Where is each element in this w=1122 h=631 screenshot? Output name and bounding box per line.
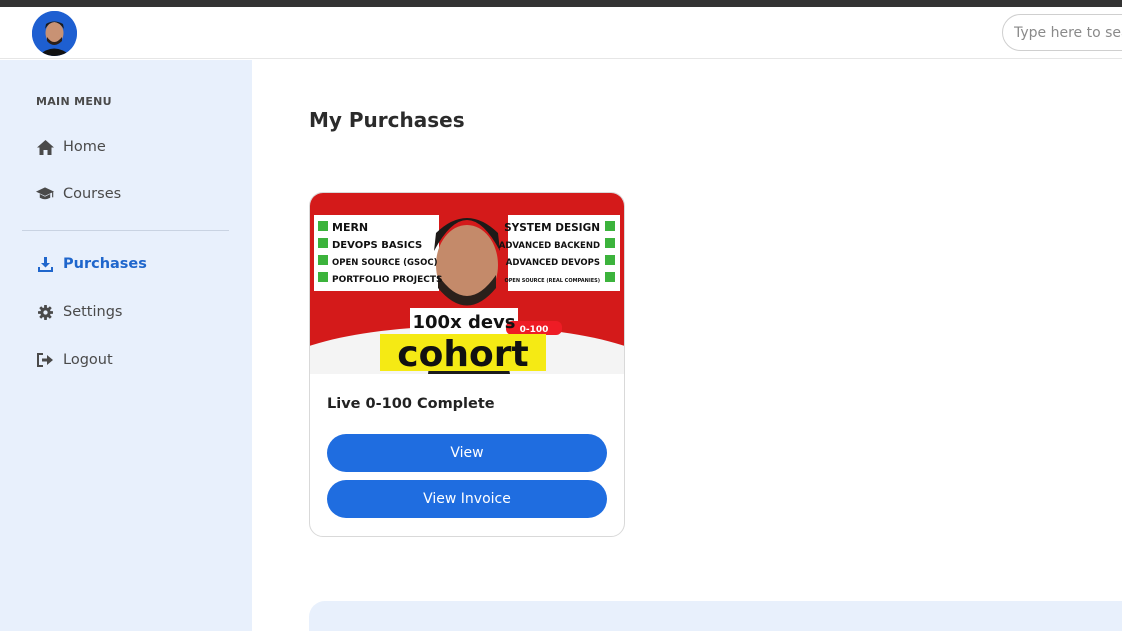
sidebar-item-label: Home bbox=[63, 139, 106, 155]
sidebar-item-home[interactable]: Home bbox=[36, 135, 106, 159]
header-bar bbox=[0, 7, 1122, 59]
thumb-left-item: DEVOPS BASICS bbox=[332, 240, 422, 251]
sidebar-item-label: Courses bbox=[63, 186, 122, 202]
top-strip bbox=[0, 0, 1122, 7]
sidebar: MAIN MENU Home Courses Purchases Setting… bbox=[0, 60, 252, 631]
graduation-cap-icon bbox=[36, 185, 54, 203]
sidebar-item-logout[interactable]: Logout bbox=[36, 348, 113, 372]
thumb-brand: 100x devs bbox=[413, 312, 516, 333]
bottom-panel bbox=[309, 601, 1122, 631]
sidebar-item-label: Settings bbox=[63, 304, 123, 320]
sidebar-divider bbox=[22, 230, 229, 231]
home-icon bbox=[36, 138, 54, 156]
page-title: My Purchases bbox=[309, 108, 465, 132]
thumb-right-item: OPEN SOURCE (REAL COMPANIES) bbox=[504, 278, 600, 284]
view-button[interactable]: View bbox=[327, 434, 607, 472]
sidebar-item-settings[interactable]: Settings bbox=[36, 300, 122, 324]
main-menu-heading: MAIN MENU bbox=[36, 95, 112, 108]
course-title: Live 0-100 Complete bbox=[327, 396, 495, 412]
thumb-left-item: OPEN SOURCE (GSOC) bbox=[332, 258, 438, 268]
purchase-card: MERN DEVOPS BASICS OPEN SOURCE (GSOC) PO… bbox=[309, 192, 625, 537]
user-avatar[interactable] bbox=[32, 11, 77, 56]
logout-icon bbox=[36, 351, 54, 369]
thumb-left-item: PORTFOLIO PROJECTS bbox=[332, 275, 442, 285]
view-invoice-button[interactable]: View Invoice bbox=[327, 480, 607, 518]
course-thumbnail: MERN DEVOPS BASICS OPEN SOURCE (GSOC) PO… bbox=[310, 193, 624, 374]
search-input[interactable] bbox=[1002, 14, 1122, 51]
sidebar-item-label: Purchases bbox=[63, 256, 147, 272]
sidebar-item-courses[interactable]: Courses bbox=[36, 182, 121, 206]
sidebar-item-purchases[interactable]: Purchases bbox=[36, 252, 147, 276]
download-icon bbox=[36, 255, 54, 273]
thumb-right-item: ADVANCED DEVOPS bbox=[506, 258, 600, 268]
thumb-right-item: ADVANCED BACKEND bbox=[499, 241, 600, 251]
thumb-headline: cohort bbox=[397, 334, 528, 374]
gear-icon bbox=[36, 303, 54, 321]
sidebar-item-label: Logout bbox=[63, 352, 113, 368]
thumb-left-item: MERN bbox=[332, 221, 368, 234]
thumb-right-item: SYSTEM DESIGN bbox=[504, 222, 600, 234]
